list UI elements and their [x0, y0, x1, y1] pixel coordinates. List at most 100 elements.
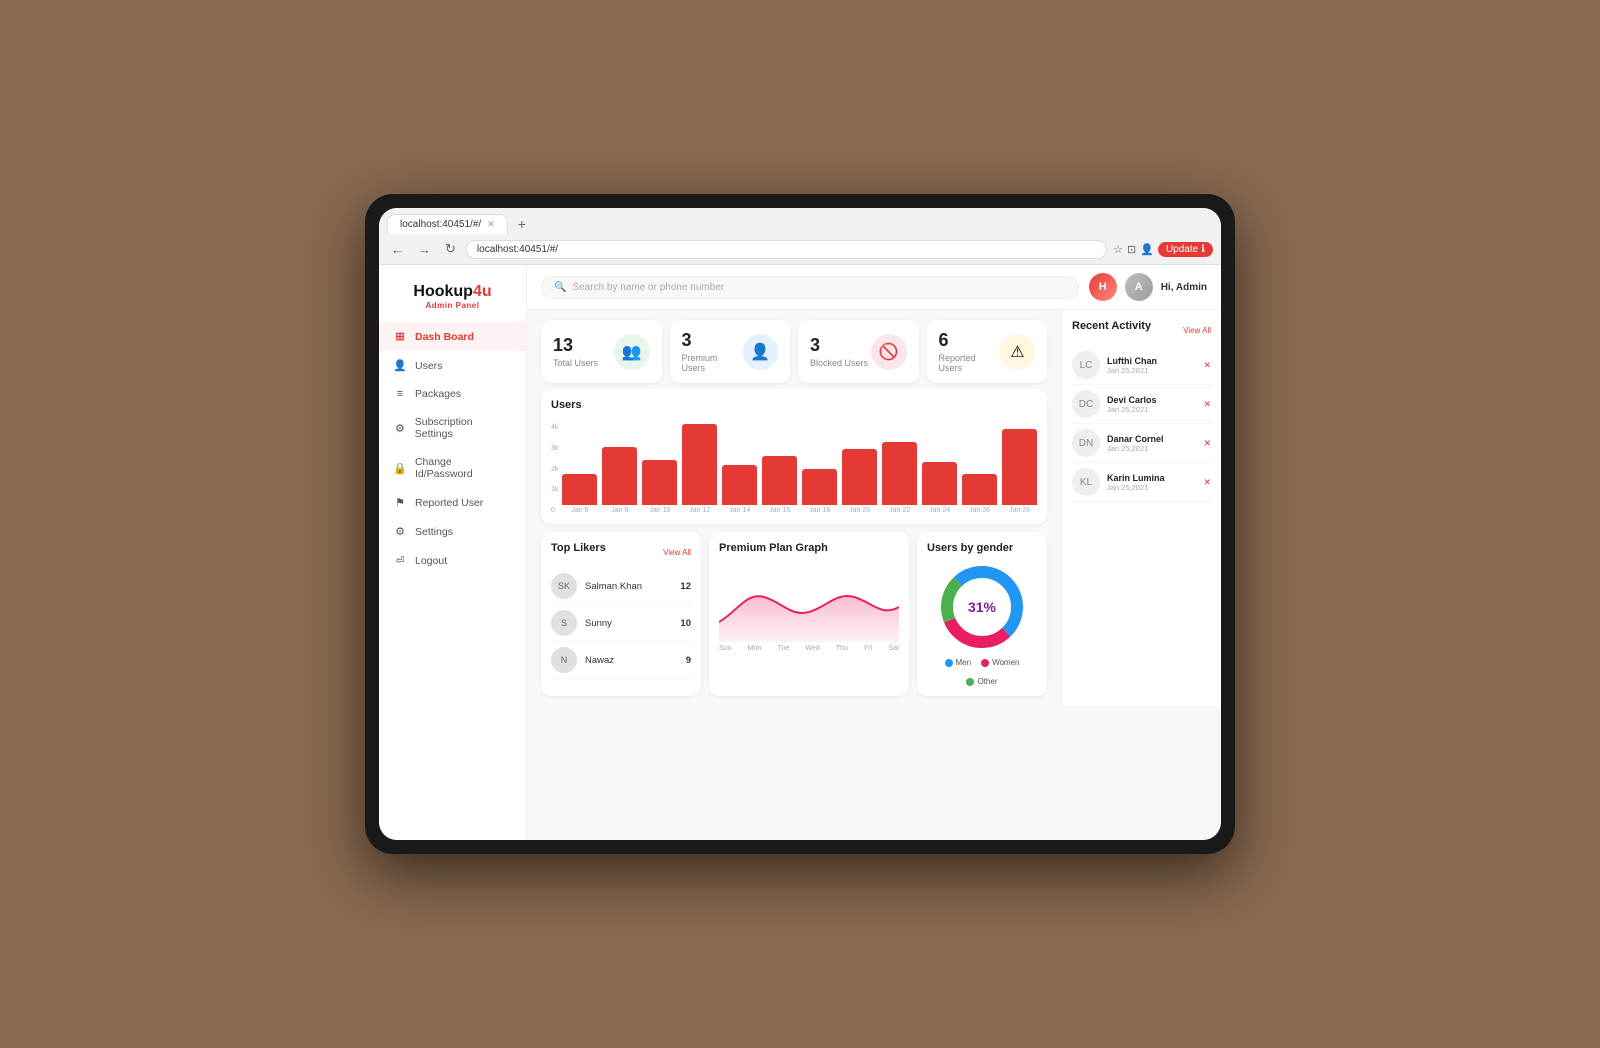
bar-chart-section: Users 4k 3k 2k 1k 0 [541, 389, 1047, 524]
bar-group: Jan 12 [682, 424, 717, 514]
premium-plan-chart [719, 562, 899, 642]
forward-button[interactable]: → [414, 240, 435, 259]
tab-title: localhost:40451/#/ [400, 219, 481, 230]
browser-tab[interactable]: localhost:40451/#/ ✕ [387, 214, 508, 234]
liker-name: Nawaz [585, 655, 678, 666]
activity-info: Lufthi Chan Jan 25,2021 [1107, 356, 1196, 375]
bar-group: Jan 10 [642, 460, 677, 514]
hi-admin-label: Hi, Admin [1161, 282, 1207, 293]
admin-panel-label: Admin Panel [393, 301, 512, 310]
sidebar-item-settings[interactable]: ⚙ Settings [379, 517, 526, 546]
bookmark-icon[interactable]: ☆ [1113, 243, 1123, 256]
donut-legend: Men Women Other [927, 658, 1037, 686]
tablet-screen: localhost:40451/#/ ✕ + ← → ↻ localhost:4… [379, 208, 1221, 840]
sidebar-item-subscription[interactable]: ⚙ Subscription Settings [379, 408, 526, 448]
activity-date: Jan 25,2021 [1107, 366, 1196, 375]
bar [802, 469, 837, 505]
stat-label: Premium Users [682, 353, 743, 373]
sidebar-item-change-id[interactable]: 🔒 Change Id/Password [379, 448, 526, 488]
bar [922, 462, 957, 505]
activity-action-icon[interactable]: ✕ [1203, 360, 1211, 371]
stat-label: Total Users [553, 358, 598, 368]
activity-action-icon[interactable]: ✕ [1203, 477, 1211, 488]
new-tab-button[interactable]: + [512, 214, 532, 234]
bar [882, 442, 917, 505]
logo-area: Hookup4u Admin Panel [379, 275, 526, 322]
bar [722, 465, 757, 506]
top-likers-view-all[interactable]: View All [663, 548, 691, 557]
likers-list: SK Salman Khan 12 S Sunny 10 N Nawaz 9 [551, 568, 691, 679]
gender-chart-title: Users by gender [927, 542, 1037, 554]
list-item: DC Devi Carlos Jan 25,2021 ✕ [1072, 385, 1211, 424]
bar-label: Jan 26 [969, 507, 990, 514]
extension-icon[interactable]: ⊡ [1127, 243, 1136, 256]
profile-icon[interactable]: 👤 [1140, 243, 1154, 256]
activity-date: Jan 25,2021 [1107, 483, 1196, 492]
sidebar-item-packages[interactable]: ≡ Packages [379, 380, 526, 408]
address-bar[interactable]: localhost:40451/#/ [466, 240, 1107, 259]
main-content: 🔍 Search by name or phone number H A Hi,… [527, 265, 1221, 840]
back-button[interactable]: ← [387, 240, 408, 259]
legend-women: Women [981, 658, 1019, 667]
y-label: 1k [551, 486, 558, 493]
bar [962, 474, 997, 506]
bar [762, 456, 797, 506]
sidebar-item-label: Packages [415, 388, 461, 400]
tablet: localhost:40451/#/ ✕ + ← → ↻ localhost:4… [365, 194, 1235, 854]
sidebar-item-label: Settings [415, 526, 453, 538]
y-label: 0 [551, 507, 558, 514]
sidebar-item-users[interactable]: 👤 Users [379, 351, 526, 380]
stat-value: 3 [682, 330, 743, 351]
logo: Hookup4u [393, 283, 512, 301]
bar-label: Jan 14 [729, 507, 750, 514]
sidebar-item-label: Logout [415, 555, 447, 567]
activity-action-icon[interactable]: ✕ [1203, 438, 1211, 449]
stat-value: 13 [553, 335, 598, 356]
topbar-right: H A Hi, Admin [1089, 273, 1207, 301]
bar [682, 424, 717, 505]
tab-close-icon[interactable]: ✕ [487, 219, 495, 230]
bar-label: Jan 28 [1009, 507, 1030, 514]
refresh-button[interactable]: ↻ [441, 239, 460, 259]
app-icon: H [1089, 273, 1117, 301]
svg-text:31%: 31% [968, 599, 997, 615]
activity-avatar: LC [1072, 351, 1100, 379]
sidebar-item-reported[interactable]: ⚑ Reported User [379, 488, 526, 517]
sidebar-item-dashboard[interactable]: ⊞ Dash Board [379, 322, 526, 351]
bar-label: Jan 12 [689, 507, 710, 514]
legend-women-label: Women [992, 658, 1019, 667]
app-layout: Hookup4u Admin Panel ⊞ Dash Board 👤 User… [379, 265, 1221, 840]
stat-value: 3 [810, 335, 868, 356]
premium-plan-title: Premium Plan Graph [719, 542, 899, 554]
premium-plan-card: Premium Plan Graph [709, 532, 909, 696]
bar-group: Jan 22 [882, 442, 917, 514]
top-likers-header: Top Likers View All [551, 542, 691, 562]
recent-activity-view-all[interactable]: View All [1183, 326, 1211, 335]
activity-action-icon[interactable]: ✕ [1203, 399, 1211, 410]
bar-group: Jan 14 [722, 465, 757, 515]
legend-other-label: Other [977, 677, 997, 686]
other-dot [966, 678, 974, 686]
bar [842, 449, 877, 505]
liker-count: 9 [686, 655, 691, 666]
update-info-icon: ℹ [1201, 244, 1205, 255]
settings-icon: ⚙ [393, 525, 407, 538]
y-label: 3k [551, 445, 558, 452]
search-box[interactable]: 🔍 Search by name or phone number [541, 276, 1079, 299]
liker-count: 10 [680, 618, 691, 629]
sidebar-item-label: Reported User [415, 497, 483, 509]
legend-men: Men [945, 658, 972, 667]
sidebar-item-logout[interactable]: ⏎ Logout [379, 546, 526, 575]
bar-chart-title: Users [551, 399, 1037, 411]
men-dot [945, 659, 953, 667]
bar-label: Jan 24 [929, 507, 950, 514]
logout-icon: ⏎ [393, 554, 407, 567]
subscription-icon: ⚙ [393, 422, 407, 435]
update-button[interactable]: Update ℹ [1158, 242, 1213, 257]
browser-chrome: localhost:40451/#/ ✕ + ← → ↻ localhost:4… [379, 208, 1221, 265]
liker-avatar: S [551, 610, 577, 636]
stat-label: Reported Users [939, 353, 1000, 373]
women-dot [981, 659, 989, 667]
bar-group: Jan 6 [562, 474, 597, 515]
recent-activity-title: Recent Activity [1072, 320, 1151, 332]
